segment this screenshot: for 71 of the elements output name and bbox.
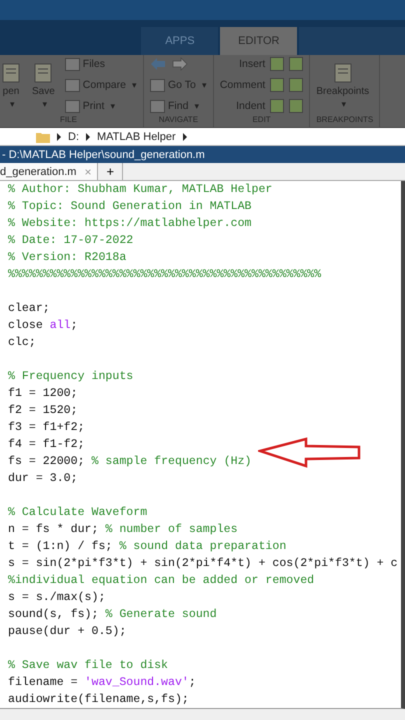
code-text: fs = 22000; (8, 455, 86, 468)
editor-title: - D:\MATLAB Helper\sound_generation.m (0, 146, 405, 163)
ribbon-button[interactable]: Go To ▾ (150, 78, 207, 92)
edit-icon[interactable] (289, 57, 304, 71)
code-comment: % Version: R2018a (8, 251, 126, 264)
code-string: all (50, 319, 71, 332)
code-comment: %%%%%%%%%%%%%%%%%%%%%%%%%%%%%%%%%%%%%%%%%%%%% (8, 268, 322, 281)
code-text: clear; (8, 302, 50, 315)
code-text: s = s./max(s); (8, 591, 106, 604)
code-text: f2 = 1520; (8, 404, 78, 417)
ribbon-button[interactable]: Files (64, 58, 105, 70)
section-label: FILE (59, 115, 78, 126)
ribbon-tab[interactable]: APPS (141, 27, 218, 55)
edit-icon[interactable] (289, 99, 304, 113)
file-tab[interactable]: d_generation.m × (0, 163, 98, 180)
document-icon (32, 62, 54, 84)
code-text: clc; (8, 336, 36, 349)
code-comment: % Frequency inputs (8, 370, 134, 383)
ribbon-label: Comment (220, 79, 266, 91)
ribbon-button[interactable]: Breakpoints ▾ (316, 62, 370, 108)
code-comment: % Generate sound (105, 608, 217, 621)
code-text: close (8, 319, 44, 332)
arrow-icon (258, 437, 362, 469)
ribbon-button[interactable]: pen ▾ (0, 62, 22, 108)
code-text: ; (188, 676, 196, 689)
code-comment: % Calculate Waveform (8, 506, 148, 519)
code-text: t = (1:n) / fs; (8, 540, 114, 553)
code-comment: % sample frequency (Hz) (92, 455, 252, 468)
code-string: 'wav_Sound.wav' (84, 676, 189, 689)
code-comment: % Topic: Sound Generation in MATLAB (8, 200, 252, 213)
edit-icon[interactable] (270, 78, 284, 92)
path-segment[interactable]: D: (68, 130, 79, 142)
section-label: BREAKPOINTS (316, 115, 374, 126)
forward-arrow-icon[interactable] (172, 57, 188, 71)
code-text: ; (70, 319, 78, 332)
ribbon-label: Indent (236, 100, 266, 112)
ribbon-tab[interactable]: EDITOR (220, 27, 298, 55)
folder-icon[interactable] (36, 130, 50, 142)
section-label: NAVIGATE (158, 115, 200, 126)
chevron-icon (85, 132, 91, 140)
code-text: f3 = f1+f2; (8, 421, 85, 434)
code-comment: % Author: Shubham Kumar, MATLAB Helper (8, 183, 272, 196)
code-comment: %individual equation can be added or removed (8, 574, 314, 587)
code-comment: % sound data preparation (119, 540, 286, 553)
ribbon-button[interactable]: Compare ▾ (64, 78, 137, 92)
code-text: filename = (8, 676, 79, 689)
code-text: s = sin(2*pi*f3*t) + sin(2*pi*f4*t) + cos(2*pi*f3*t) + c (8, 557, 398, 570)
code-comment: % Date: 17-07-2022 (8, 234, 134, 247)
code-comment: % Website: https://matlabhelper.com (8, 217, 252, 230)
code-comment: % Save wav file to disk (8, 659, 168, 672)
ribbon-label: Insert (239, 58, 266, 70)
section-label: EDIT (251, 115, 272, 126)
code-text: pause(dur + 0.5); (8, 625, 126, 638)
code-text: f4 = f1-f2; (8, 438, 85, 451)
add-tab-button[interactable]: + (98, 163, 124, 180)
code-comment: % number of samples (105, 523, 238, 536)
code-text: f1 = 1200; (8, 387, 78, 400)
ribbon-button[interactable]: Find ▾ (150, 100, 200, 112)
code-text: dur = 3.0; (8, 472, 78, 485)
chevron-icon (56, 132, 62, 140)
edit-icon[interactable] (270, 99, 284, 113)
code-text: n = fs * dur; (8, 523, 100, 536)
edit-icon[interactable] (289, 78, 304, 92)
ribbon-button[interactable]: Save ▾ (32, 62, 55, 108)
code-text: audiowrite(filename,s,fs); (8, 693, 189, 706)
path-segment[interactable]: MATLAB Helper (97, 130, 176, 142)
ribbon-button[interactable]: Print ▾ (64, 100, 116, 112)
edit-icon[interactable] (270, 57, 284, 71)
chevron-icon (182, 132, 188, 140)
document-icon (332, 62, 354, 84)
code-text: sound(s, fs); (8, 608, 100, 621)
